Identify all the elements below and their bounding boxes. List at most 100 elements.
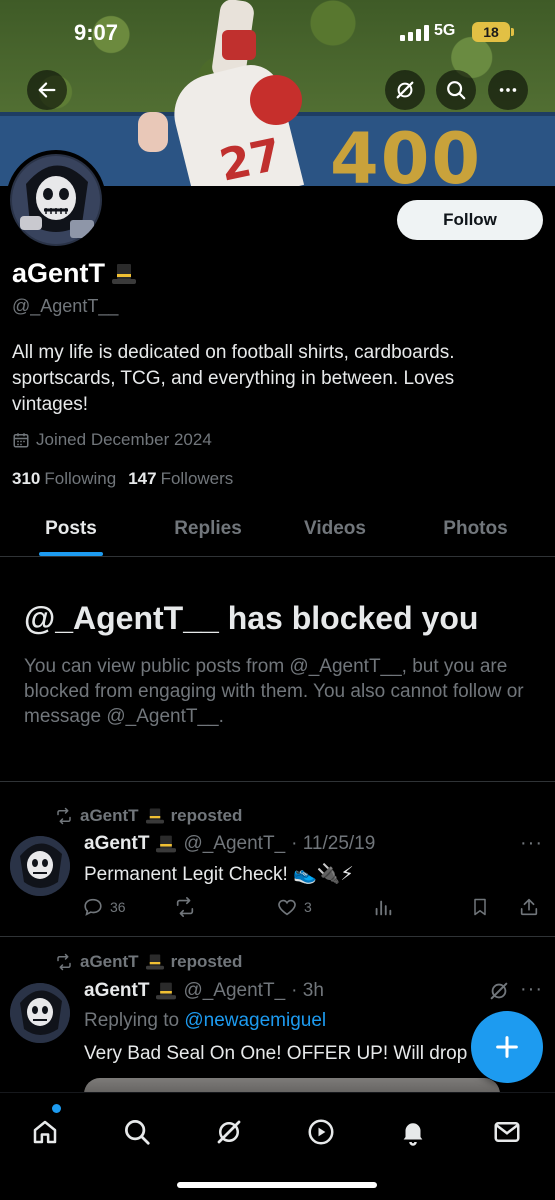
profile-tabs: Posts Replies Videos Photos — [0, 506, 555, 557]
bell-icon — [403, 1123, 423, 1146]
followers-link[interactable]: 147 Followers — [128, 469, 233, 489]
tab-videos[interactable]: Videos — [274, 506, 396, 556]
repost-line: aGentT reposted — [54, 806, 242, 826]
nav-grok[interactable] — [206, 1109, 252, 1155]
post-avatar[interactable] — [10, 836, 70, 896]
repost-label: reposted — [170, 806, 243, 825]
post-header: aGentT @_AgentT_ · 3h — [84, 980, 324, 1002]
signal-icon — [400, 25, 429, 41]
post-date: · 11/25/19 — [291, 833, 376, 854]
repost-button[interactable] — [174, 896, 196, 918]
play-icon — [308, 1119, 334, 1145]
nav-search[interactable] — [114, 1109, 160, 1155]
bookmark-icon — [474, 898, 486, 916]
more-button[interactable] — [488, 70, 528, 110]
reposter-name: aGentT — [80, 806, 139, 825]
post-author[interactable]: aGentT — [84, 980, 149, 1002]
post-date: · 3h — [291, 980, 324, 1001]
tab-posts[interactable]: Posts — [0, 506, 142, 556]
display-name: aGentT — [12, 258, 106, 288]
blocked-body: You can view public posts from @_AgentT_… — [24, 656, 524, 727]
home-notification-dot — [52, 1104, 61, 1113]
like-button[interactable]: 3 — [276, 896, 312, 918]
banner-wall-number: 400 — [330, 118, 483, 186]
top-hat-icon — [145, 808, 164, 824]
grok-icon — [396, 81, 414, 99]
tab-photos[interactable]: Photos — [396, 506, 555, 556]
heart-icon — [278, 899, 296, 916]
reply-icon — [84, 898, 102, 916]
more-icon — [499, 88, 517, 92]
compose-button[interactable] — [471, 1011, 543, 1083]
following-label: Following — [44, 469, 117, 488]
profile-avatar[interactable] — [6, 150, 106, 250]
divider — [0, 936, 555, 937]
post-text: Very Bad Seal On One! OFFER UP! Will dro… — [84, 1043, 468, 1064]
home-icon — [33, 1120, 57, 1144]
post-handle: @_AgentT_ — [183, 833, 286, 854]
display-name-row: aGentT — [12, 258, 137, 289]
post-handle: @_AgentT_ — [183, 980, 286, 1001]
blocked-title: @_AgentT__ has blocked you — [24, 600, 479, 636]
grok-icon — [217, 1120, 241, 1144]
nav-video[interactable] — [298, 1109, 344, 1155]
arrow-left-icon — [38, 82, 56, 98]
repost-icon — [57, 807, 71, 825]
profile-bio: All my life is dedicated on football shi… — [12, 342, 455, 415]
search-icon — [447, 81, 466, 100]
network-label: 5G — [434, 22, 456, 39]
repost-icon — [57, 953, 71, 971]
status-bar: 9:07 5G 18 — [0, 0, 555, 60]
top-hat-icon — [112, 263, 137, 284]
joined-date: Joined December 2024 — [36, 430, 212, 449]
repost-label: reposted — [170, 952, 243, 971]
post-text: Permanent Legit Check! 👟🔌⚡ — [84, 864, 354, 885]
repost-line: aGentT reposted — [54, 952, 242, 972]
replying-prefix: Replying to — [84, 1010, 180, 1031]
like-count: 3 — [304, 899, 312, 915]
followers-label: Followers — [160, 469, 234, 488]
top-hat-icon — [156, 982, 177, 1000]
search-button[interactable] — [436, 70, 476, 110]
nav-notifications[interactable] — [390, 1109, 436, 1155]
followers-count: 147 — [128, 469, 157, 488]
status-time: 9:07 — [74, 20, 119, 45]
post-avatar[interactable] — [10, 983, 70, 1043]
share-button[interactable] — [518, 896, 540, 918]
top-hat-icon — [145, 954, 164, 970]
nav-messages[interactable] — [484, 1109, 530, 1155]
following-link[interactable]: 310 Following — [12, 469, 116, 489]
post-header: aGentT @_AgentT_ · 11/25/19 — [84, 833, 375, 855]
mail-icon — [494, 1122, 520, 1142]
tab-replies[interactable]: Replies — [142, 506, 274, 556]
following-count: 310 — [12, 469, 41, 488]
plus-icon — [496, 1036, 518, 1058]
bookmark-button[interactable] — [470, 896, 490, 918]
grok-button[interactable] — [385, 70, 425, 110]
reply-button[interactable]: 36 — [82, 896, 126, 918]
post-more-button[interactable]: ··· — [520, 978, 543, 1001]
home-indicator — [177, 1182, 377, 1188]
joined-row: Joined December 2024 — [12, 430, 212, 450]
follow-button[interactable]: Follow — [397, 200, 543, 240]
battery-icon: 18 — [472, 22, 514, 42]
replying-to-link[interactable]: @newagemiguel — [184, 1010, 326, 1031]
post-author[interactable]: aGentT — [84, 833, 149, 855]
replying-to: Replying to @newagemiguel — [84, 1010, 326, 1032]
back-button[interactable] — [27, 70, 67, 110]
reposter-name: aGentT — [80, 952, 139, 971]
search-icon — [125, 1120, 150, 1145]
share-icon — [520, 898, 538, 916]
calendar-icon — [13, 433, 29, 448]
profile-handle: @_AgentT__ — [12, 296, 119, 316]
grok-icon[interactable] — [488, 980, 510, 1002]
divider — [0, 781, 555, 782]
post-more-button[interactable]: ··· — [520, 832, 543, 855]
nav-home[interactable] — [22, 1109, 68, 1155]
bar-chart-icon — [375, 900, 392, 916]
follow-stats: 310 Following 147 Followers — [12, 469, 233, 489]
views-button[interactable] — [372, 896, 394, 918]
reply-count: 36 — [110, 899, 126, 915]
repost-icon — [176, 897, 194, 917]
top-hat-icon — [156, 835, 177, 853]
